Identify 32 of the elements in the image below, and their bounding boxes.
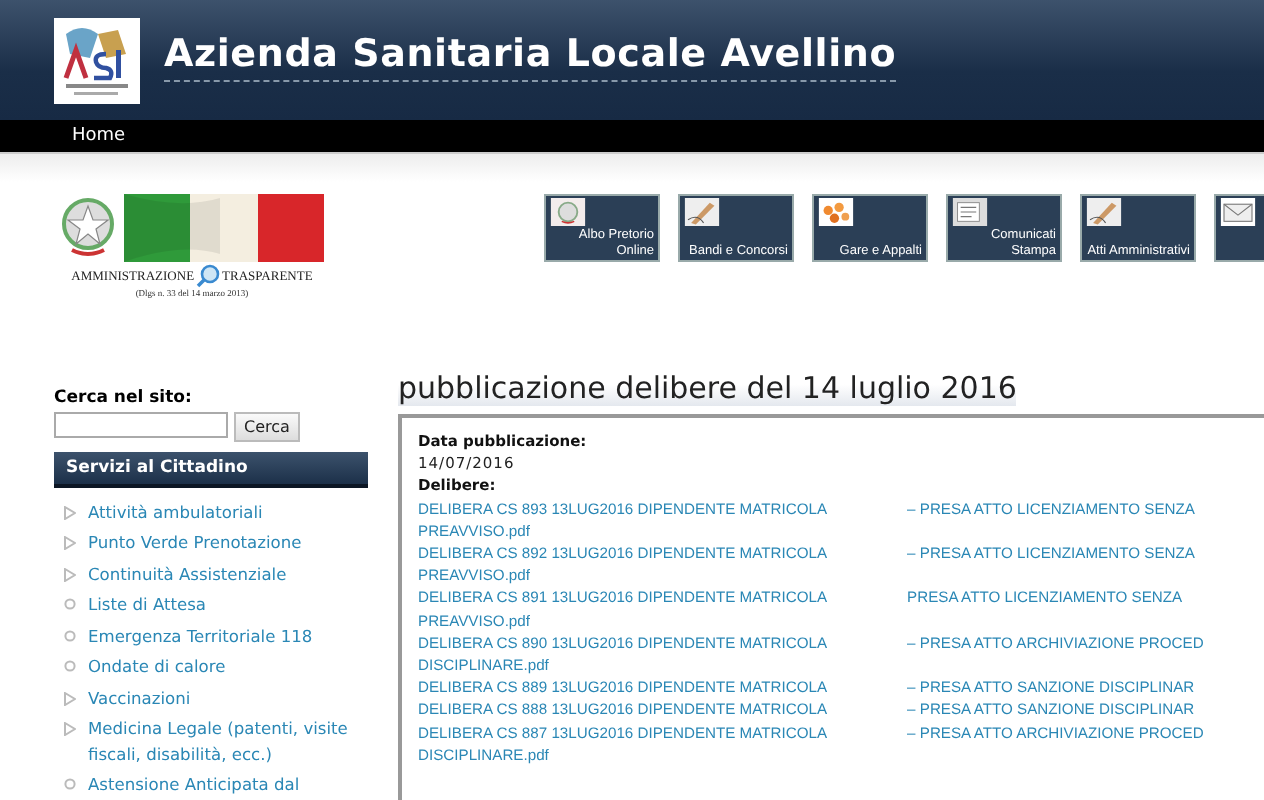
pills-icon [818,198,854,226]
triangle-bullet-icon [64,567,76,581]
sidebar-link[interactable]: Attività ambulatoriali [88,499,263,524]
sidebar-link[interactable]: Liste di Attesa [88,592,207,617]
page-title: pubblicazione delibere del 14 luglio 2016 [398,370,1017,406]
triangle-bullet-icon [64,505,76,519]
triangle-bullet-icon [64,691,76,705]
newspaper-icon [952,198,988,226]
magnifier-icon [196,264,221,288]
circle-bullet-icon [64,598,76,610]
search-button[interactable]: Cerca [234,412,300,442]
sidebar-link[interactable]: Emergenza Territoriale 118 [88,623,313,648]
sidebar-heading: Servizi al Cittadino [54,452,368,488]
sidebar-link[interactable]: Ondate di calore [88,654,226,679]
sidebar-link[interactable]: Punto Verde Prenotazione [88,530,302,555]
search-field[interactable] [54,412,228,438]
triangle-bullet-icon [64,536,76,550]
sidebar-link[interactable]: Vaccinazioni [88,685,191,710]
nav-link[interactable]: Home [68,126,130,146]
envelope-icon [1220,198,1256,226]
site-title: Azienda Sanitaria Locale Avellino [164,31,897,81]
circle-bullet-icon [64,778,76,790]
sidebar-link[interactable]: Medicina Legale (patenti, visite fiscali, disabilità, ecc.) [88,716,368,766]
circle-bullet-icon [64,629,76,641]
circle-bullet-icon [64,660,76,672]
search-label: Cerca nel sito: [54,388,194,408]
pen-icon [1086,198,1122,226]
pen-icon [684,198,720,226]
triangle-bullet-icon [64,722,76,736]
emblem-icon [550,198,586,226]
sidebar-link[interactable]: Astensione Anticipata dal [88,772,300,797]
sidebar-link[interactable]: Continuità Assistenziale [88,561,287,586]
